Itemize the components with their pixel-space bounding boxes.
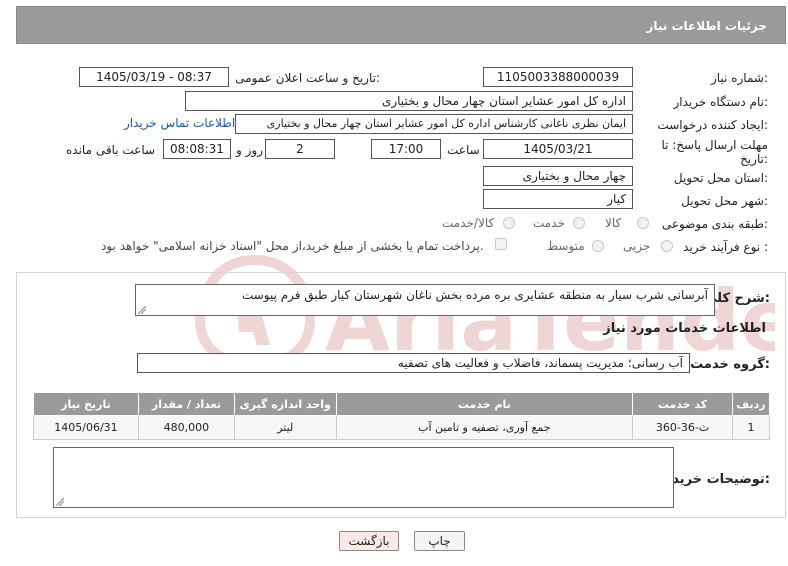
deadline-label-line2: تاریخ:: [740, 152, 768, 166]
deadline-date-field: 1405/03/21: [483, 139, 633, 159]
remaining-time-field: 08:08:31: [163, 139, 231, 159]
requester-label: ایجاد کننده درخواست:: [657, 118, 768, 132]
treasury-bonds-checkbox[interactable]: [495, 238, 507, 250]
category-goods-service-radio[interactable]: [503, 217, 515, 229]
col-header-row: ردیف: [731, 392, 771, 416]
treasury-bonds-note: پرداخت تمام یا بخشی از مبلغ خرید،از محل …: [101, 239, 484, 253]
deadline-time-label: ساعت: [447, 143, 480, 157]
remaining-time-label: ساعت باقی مانده: [66, 143, 156, 157]
purchase-minor-radio[interactable]: [661, 240, 673, 252]
panel-title: جزئیات اطلاعات نیاز: [646, 19, 767, 33]
cell-row-number: 1: [731, 415, 771, 440]
panel-header: جزئیات اطلاعات نیاز: [16, 6, 786, 44]
buyer-notes-textarea[interactable]: [53, 447, 674, 508]
cell-need-date: 1405/06/31: [33, 415, 139, 440]
purchase-minor-label: جزیی: [623, 239, 651, 253]
back-button[interactable]: بازگشت: [339, 531, 399, 551]
purchase-type-label: نوع فرآیند خرید :: [683, 240, 768, 254]
need-number-label: شماره نیاز:: [710, 71, 768, 85]
col-header-service-code: کد خدمت: [632, 392, 733, 416]
col-header-service-name: نام خدمت: [335, 392, 634, 416]
announce-datetime-label: تاریخ و ساعت اعلان عمومی:: [235, 71, 380, 85]
summary-text: آبرسانی شرب سیار به منطقه عشایری بره مرد…: [241, 288, 708, 302]
category-service-label: خدمت: [533, 216, 565, 230]
category-goods-service-label: کالا/خدمت: [442, 216, 495, 230]
print-button[interactable]: چاپ: [414, 531, 465, 551]
buyer-notes-label: توضیحات خریدار:: [660, 472, 770, 487]
delivery-city-label: شهر محل تحویل:: [681, 194, 768, 208]
col-header-need-date: تاریخ نیاز: [33, 392, 139, 416]
resize-grip-icon: [138, 306, 146, 314]
resize-grip-icon: [56, 498, 64, 506]
purchase-medium-label: متوسط: [547, 239, 585, 253]
cell-service-name: جمع آوری، تصفیه و تامین آب: [335, 415, 634, 440]
delivery-city-field: کیار: [483, 189, 633, 209]
purchase-medium-radio[interactable]: [592, 240, 604, 252]
requester-field: ایمان نظری ناغانی کارشناس اداره کل امور …: [235, 114, 633, 134]
service-group-label: گروه خدمت:: [690, 357, 770, 372]
deadline-time-field: 17:00: [371, 139, 441, 159]
services-heading: اطلاعات خدمات مورد نیاز: [603, 321, 766, 336]
summary-textarea[interactable]: آبرسانی شرب سیار به منطقه عشایری بره مرد…: [135, 284, 715, 316]
category-label: طبقه بندی موضوعی:: [661, 217, 768, 231]
col-header-quantity: تعداد / مقدار: [137, 392, 235, 416]
category-goods-label: کالا: [605, 216, 622, 230]
category-goods-radio[interactable]: [637, 217, 649, 229]
delivery-province-label: استان محل تحویل:: [673, 171, 768, 185]
category-service-radio[interactable]: [573, 217, 585, 229]
col-header-unit: واحد اندازه گیری: [233, 392, 337, 416]
cell-quantity: 480,000: [137, 415, 235, 440]
deadline-days-field: 2: [265, 139, 335, 159]
buyer-org-field: اداره کل امور عشایر استان چهار محال و بخ…: [185, 91, 633, 111]
service-group-field: آب رسانی؛ مدیریت پسماند، فاضلاب و فعالیت…: [137, 353, 690, 373]
need-number-field: 1105003388000039: [483, 67, 633, 87]
cell-service-code: ث-36-360: [632, 415, 733, 440]
cell-unit: لیتر: [233, 415, 337, 440]
table-row: 1405/06/31 480,000 لیتر جمع آوری، تصفیه …: [33, 415, 771, 440]
deadline-days-label: روز و: [236, 143, 263, 157]
deadline-label-line1: مهلت ارسال پاسخ: تا: [661, 138, 768, 152]
delivery-province-field: چهار محال و بختیاری: [483, 166, 633, 186]
services-table: تاریخ نیاز تعداد / مقدار واحد اندازه گیر…: [33, 392, 771, 440]
buyer-contact-link[interactable]: اطلاعات تماس خریدار: [124, 116, 235, 130]
announce-datetime-field: 1405/03/19 - 08:37: [79, 67, 229, 87]
buyer-org-label: نام دستگاه خریدار:: [673, 95, 769, 109]
